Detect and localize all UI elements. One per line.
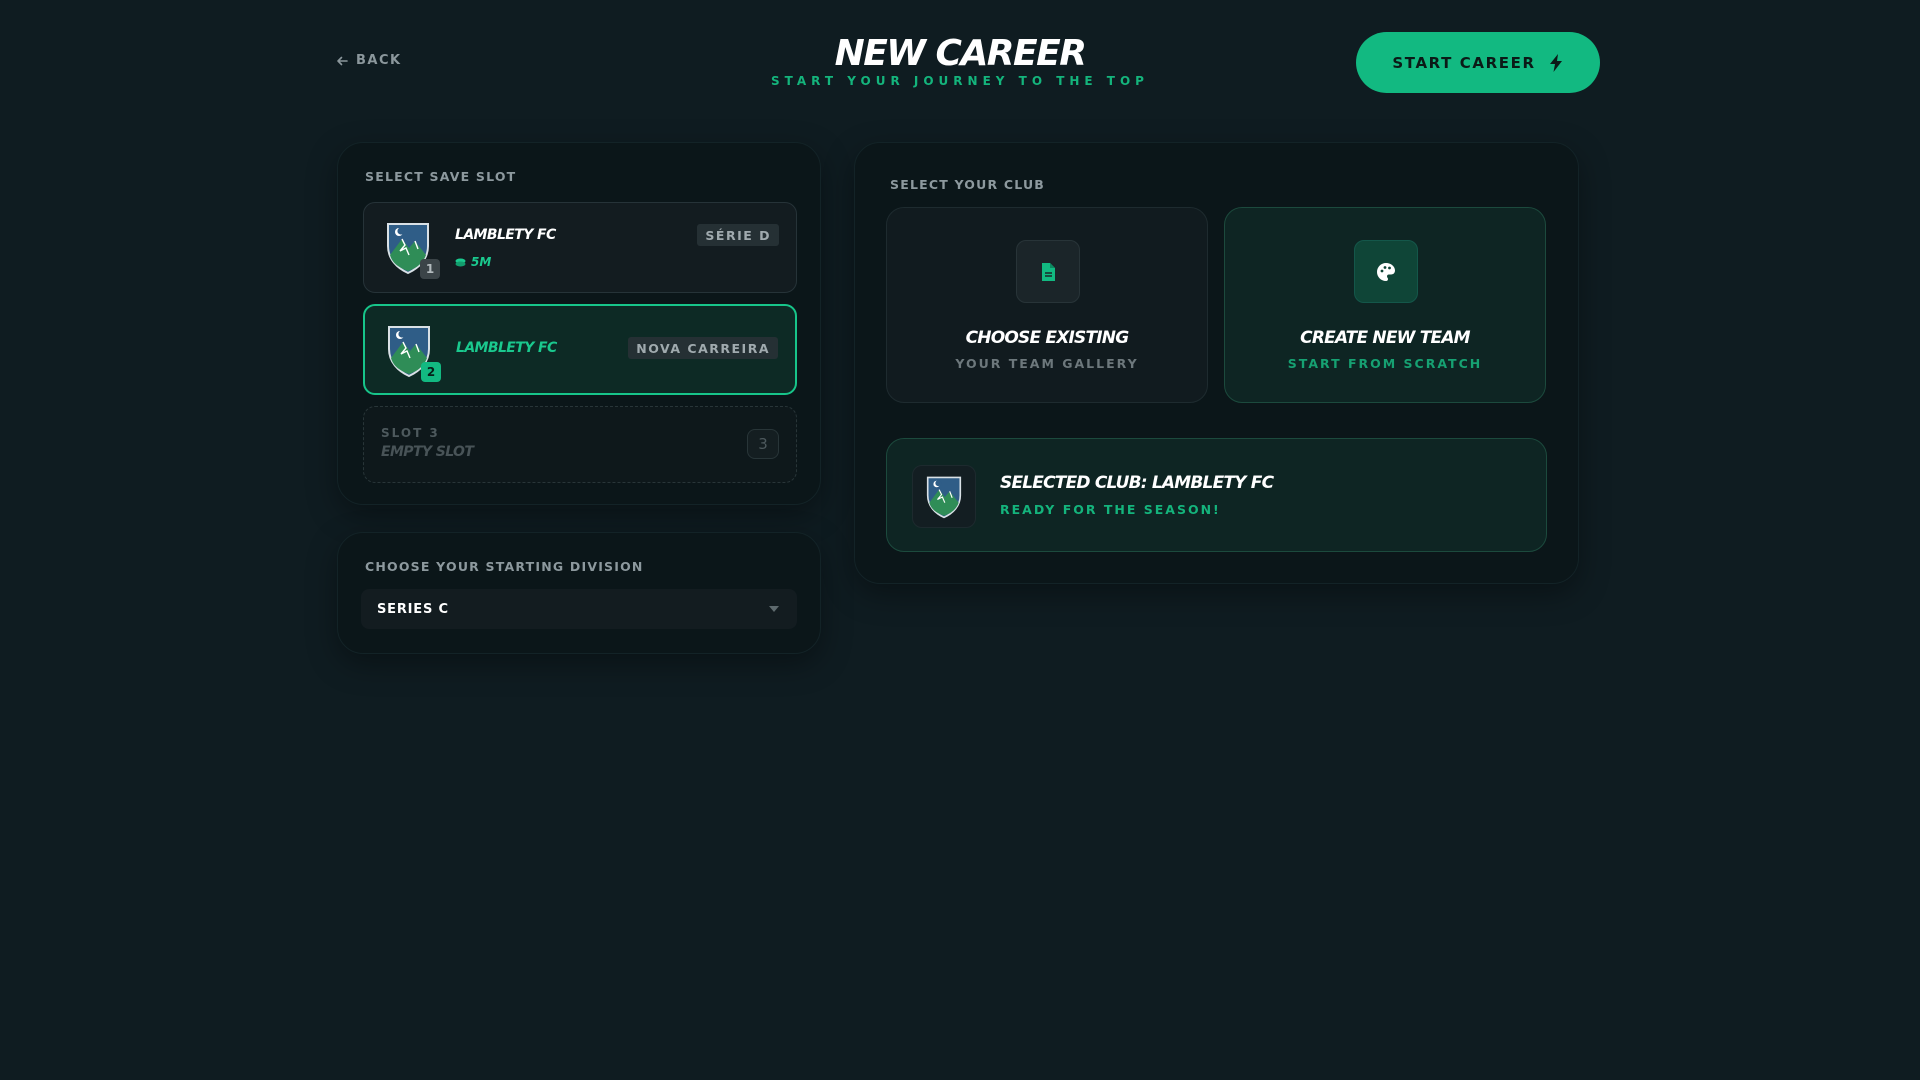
chevron-down-icon: [769, 606, 779, 612]
club-crest-icon: [926, 476, 962, 518]
create-new-team-subtitle: START FROM SCRATCH: [1287, 356, 1483, 371]
slot-label: SLOT 3: [381, 426, 440, 440]
club-label: SELECT YOUR CLUB: [890, 177, 1046, 192]
page-title: NEW CAREER: [834, 33, 1087, 74]
lightning-icon: [1549, 53, 1562, 72]
save-slot-1[interactable]: 1 LAMBLETY FC 5M SÉRIE D: [363, 202, 797, 293]
slot-division-tag: SÉRIE D: [697, 224, 779, 246]
empty-slot-label: EMPTY SLOT: [381, 444, 474, 460]
slot-funds-value: 5M: [471, 255, 492, 269]
selected-club-crest: [912, 465, 976, 528]
create-new-team-title: CREATE NEW TEAM: [1300, 328, 1470, 348]
document-icon: [1042, 262, 1055, 281]
page-subtitle: START YOUR JOURNEY TO THE TOP: [771, 74, 1149, 88]
slot-number-badge: 3: [747, 429, 779, 459]
create-new-team-card[interactable]: CREATE NEW TEAM START FROM SCRATCH: [1224, 207, 1546, 403]
save-slot-3[interactable]: SLOT 3 EMPTY SLOT 3: [363, 406, 797, 483]
club-panel: SELECT YOUR CLUB CHOOSE EXISTING YOUR TE…: [854, 142, 1579, 584]
palette-icon: [1377, 262, 1395, 281]
save-slot-2[interactable]: 2 LAMBLETY FC NOVA CARREIRA: [363, 304, 797, 395]
save-slot-label: SELECT SAVE SLOT: [365, 169, 517, 184]
division-label: CHOOSE YOUR STARTING DIVISION: [365, 559, 644, 574]
slot-club-name: LAMBLETY FC: [455, 227, 556, 243]
division-panel: CHOOSE YOUR STARTING DIVISION SERIES C: [337, 532, 821, 654]
choose-existing-title: CHOOSE EXISTING: [965, 328, 1130, 348]
start-career-label: START CAREER: [1392, 53, 1536, 72]
icon-box: [1016, 240, 1080, 303]
slot-funds: 5M: [455, 255, 491, 269]
selected-club-subtitle: READY FOR THE SEASON!: [1000, 502, 1221, 517]
slot-status-tag: NOVA CARREIRA: [628, 337, 778, 359]
save-slot-panel: SELECT SAVE SLOT 1 LAMBLETY FC 5M SÉRIE …: [337, 142, 821, 505]
choose-existing-subtitle: YOUR TEAM GALLERY: [955, 356, 1139, 371]
page-header: NEW CAREER START YOUR JOURNEY TO THE TOP: [0, 30, 1920, 88]
icon-box: [1354, 240, 1418, 303]
slot-number-badge: 2: [421, 362, 441, 382]
division-select[interactable]: SERIES C: [361, 589, 797, 629]
division-selected-value: SERIES C: [377, 601, 449, 617]
coins-icon: [455, 258, 466, 266]
slot-number-badge: 1: [420, 259, 440, 279]
selected-club-box: SELECTED CLUB: LAMBLETY FC READY FOR THE…: [886, 438, 1547, 552]
choose-existing-card[interactable]: CHOOSE EXISTING YOUR TEAM GALLERY: [886, 207, 1208, 403]
start-career-button[interactable]: START CAREER: [1356, 32, 1600, 93]
selected-club-title: SELECTED CLUB: LAMBLETY FC: [1000, 473, 1274, 493]
slot-club-name: LAMBLETY FC: [456, 340, 557, 356]
